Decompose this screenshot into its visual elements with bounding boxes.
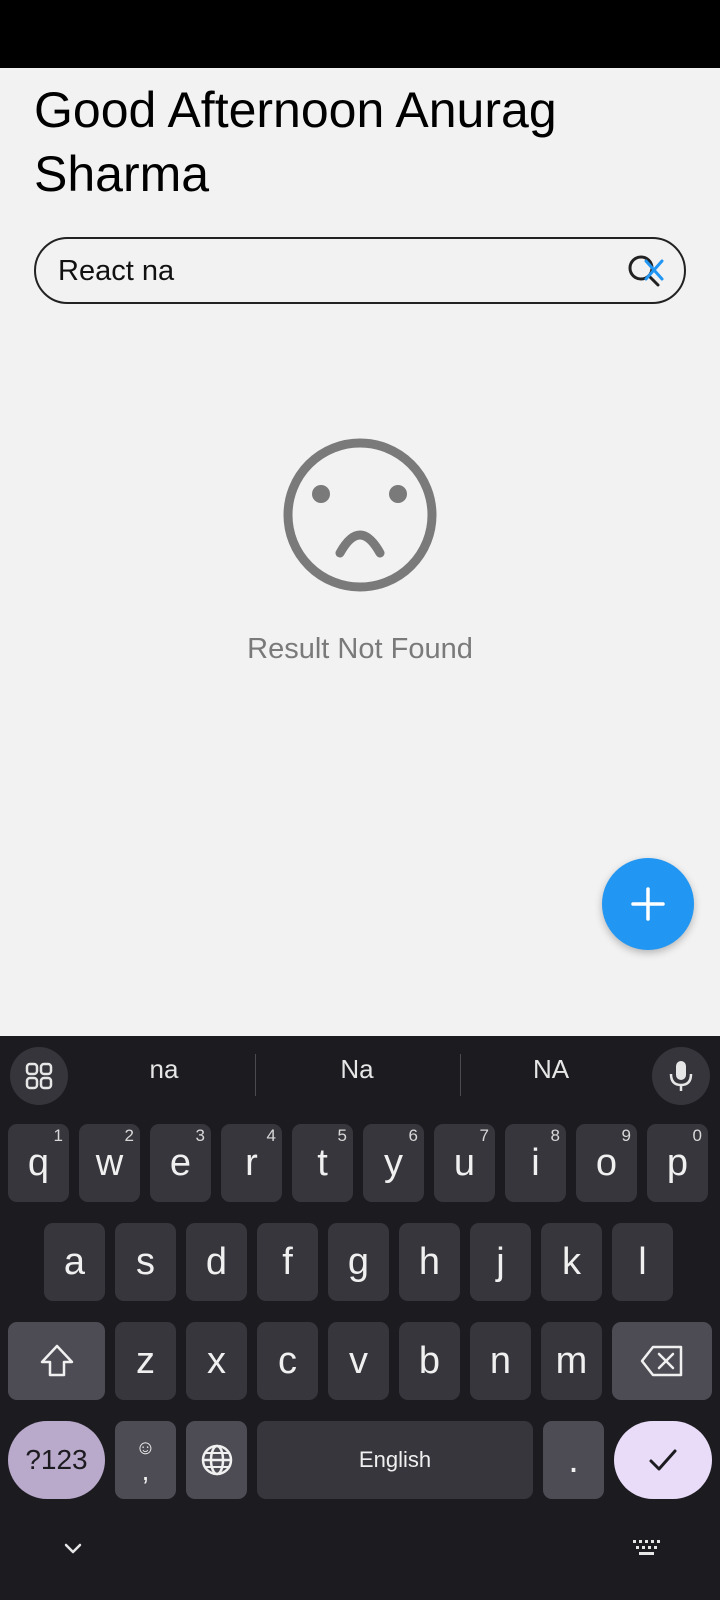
clear-search-icon[interactable] [626,253,666,293]
key-w[interactable]: w2 [79,1124,140,1202]
key-z[interactable]: z [115,1322,176,1400]
backspace-icon [640,1345,683,1377]
emoji-comma-key[interactable]: ☺ , [115,1421,176,1499]
key-r[interactable]: r4 [221,1124,282,1202]
greeting-title: Good Afternoon Anurag Sharma [34,82,557,202]
suggestion-3[interactable]: NA [476,1054,626,1085]
enter-key[interactable] [614,1421,712,1499]
sad-face-icon [283,438,437,592]
key-f[interactable]: f [257,1223,318,1301]
key-x[interactable]: x [186,1322,247,1400]
microphone-icon[interactable] [652,1047,710,1105]
empty-state-message: Result Not Found [247,633,473,665]
key-a[interactable]: a [44,1223,105,1301]
key-m[interactable]: m [541,1322,602,1400]
keyboard-switch-icon[interactable] [630,1534,664,1564]
key-g[interactable]: g [328,1223,389,1301]
key-k[interactable]: k [541,1223,602,1301]
search-bar[interactable] [34,237,686,304]
shift-key[interactable] [8,1322,105,1400]
checkmark-icon [649,1449,677,1471]
key-b[interactable]: b [399,1322,460,1400]
search-input[interactable] [58,249,618,293]
key-p[interactable]: p0 [647,1124,708,1202]
symbols-key[interactable]: ?123 [8,1421,105,1499]
key-o[interactable]: o9 [576,1124,637,1202]
key-v[interactable]: v [328,1322,389,1400]
key-h[interactable]: h [399,1223,460,1301]
key-c[interactable]: c [257,1322,318,1400]
key-q[interactable]: q1 [8,1124,69,1202]
empty-state: Result Not Found [0,435,720,666]
backspace-key[interactable] [612,1322,712,1400]
apps-grid-icon[interactable] [10,1047,68,1105]
suggestion-2[interactable]: Na [282,1054,432,1085]
key-n[interactable]: n [470,1322,531,1400]
key-e[interactable]: e3 [150,1124,211,1202]
status-bar [0,0,720,68]
plus-icon [631,887,665,921]
suggestion-divider [255,1054,256,1096]
shift-icon [40,1344,73,1377]
navigation-bar [0,1514,720,1600]
suggestion-divider [460,1054,461,1096]
suggestion-strip: na Na NA [0,1036,720,1116]
globe-icon [201,1444,232,1476]
key-j[interactable]: j [470,1223,531,1301]
key-l[interactable]: l [612,1223,673,1301]
language-key[interactable] [186,1421,247,1499]
key-i[interactable]: i8 [505,1124,566,1202]
key-y[interactable]: y6 [363,1124,424,1202]
space-key[interactable]: English [257,1421,533,1499]
add-button[interactable] [602,858,694,950]
suggestion-1[interactable]: na [89,1054,239,1085]
key-s[interactable]: s [115,1223,176,1301]
key-u[interactable]: u7 [434,1124,495,1202]
period-key[interactable]: . [543,1421,604,1499]
key-d[interactable]: d [186,1223,247,1301]
key-t[interactable]: t5 [292,1124,353,1202]
hide-keyboard-icon[interactable] [58,1534,88,1564]
